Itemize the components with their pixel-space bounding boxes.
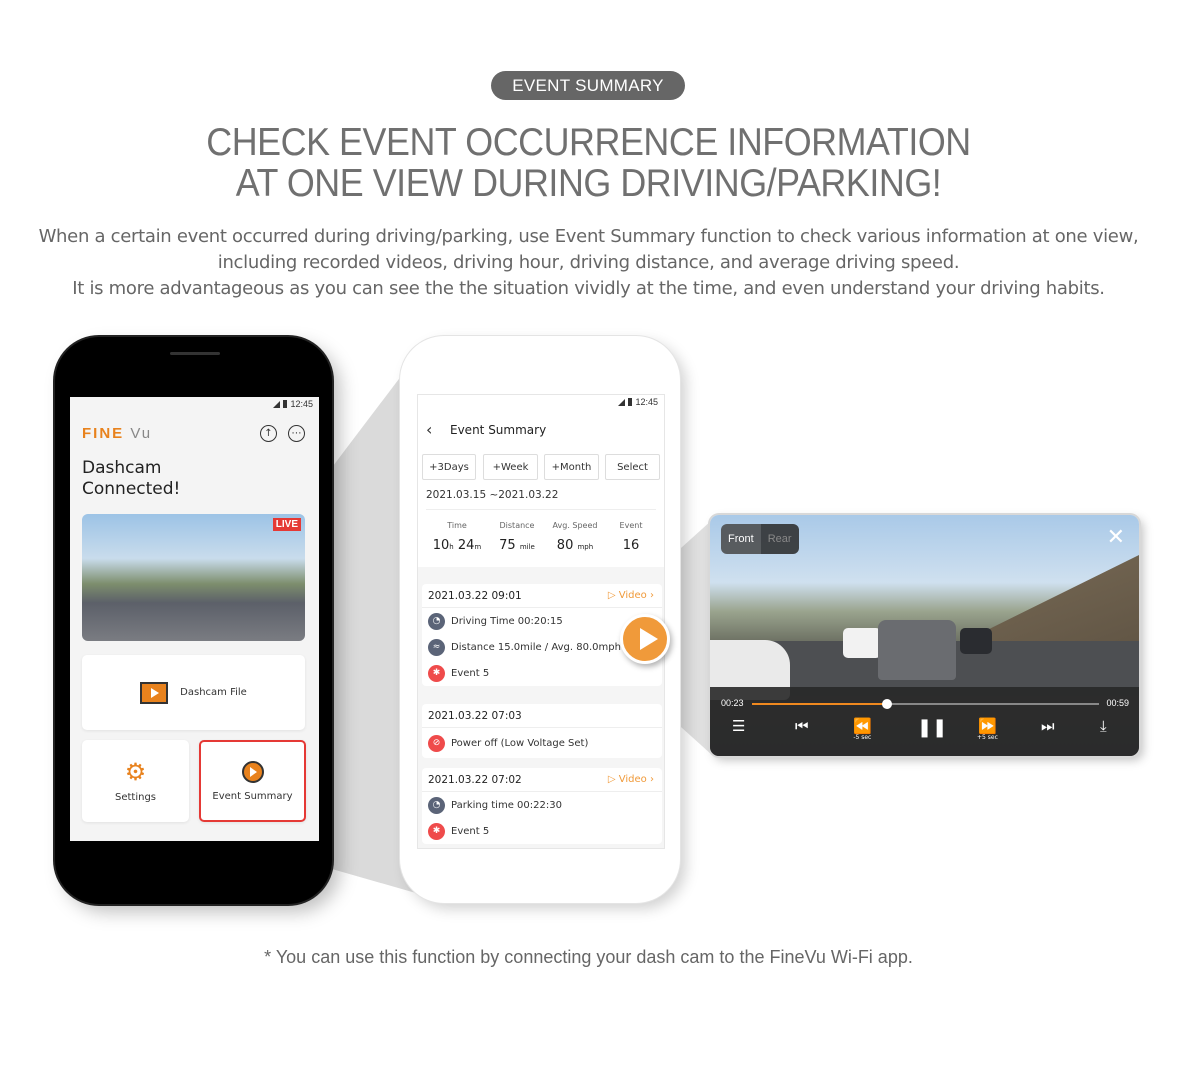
status-bar: 12:45 [618,397,658,407]
event-datetime: 2021.03.22 07:02 [428,773,522,786]
menu-icon[interactable]: ☰ [732,719,745,734]
tab-rear[interactable]: Rear [760,524,799,554]
film-icon [140,681,169,704]
home-screen: 12:45 FINE Vu ↑ ⋯ Dashcam Connected! LIV… [70,397,319,841]
timer-icon: ◔ [428,612,445,630]
phone-speaker [170,352,220,355]
power-off-icon: ⊘ [428,734,445,752]
section-badge: EVENT SUMMARY [491,71,685,100]
list-item: ✱ Event 5 [422,660,662,686]
connection-status: Dashcam Connected! [82,458,181,499]
stat-distance: Distance 75 mile [499,521,535,553]
status-bar: 12:45 [273,399,313,409]
event-card[interactable]: 2021.03.22 07:02 ▷ Video › ◔ Parking time… [422,768,662,844]
stat-avg-speed: Avg. Speed 80 mph [552,521,598,553]
live-view-thumbnail[interactable]: LIVE [82,514,305,641]
seek-bar-thumb[interactable] [882,699,893,709]
fast-forward-button[interactable]: ⏩ +5 sec [977,719,998,741]
player-controls: 00:23 00:59 ☰ ⏮ ⏪ -5 sec ❚❚ ⏩ +5 sec ⏭ ⤓ [710,687,1139,756]
close-icon[interactable]: ✕ [1107,527,1125,549]
status-time: 12:45 [635,397,658,407]
divider [426,509,656,510]
route-icon: ≈ [428,638,445,656]
filter-3days-button[interactable]: +3Days [422,454,476,480]
battery-icon [628,398,633,406]
gear-icon: ⚙ [124,757,147,786]
status-time: 12:45 [290,399,313,409]
headline-line-2: AT ONE VIEW DURING DRIVING/PARKING! [235,162,942,205]
dashcam-file-button[interactable]: Dashcam File [82,655,305,730]
video-player: Front Rear ✕ 00:23 00:59 ☰ ⏮ ⏪ -5 sec ❚❚ … [710,515,1139,756]
car-alert-icon: ✱ [428,822,445,840]
tab-front[interactable]: Front [721,524,761,554]
app-header: 12:45 ‹ Event Summary [418,395,664,447]
video-scene-car [960,628,992,654]
play-video-icon[interactable] [620,614,670,664]
more-icon[interactable]: ⋯ [288,425,305,442]
seek-bar[interactable] [752,699,1099,709]
list-item: ✱ Event 5 [422,818,662,844]
list-item: ⊘ Power off (Low Voltage Set) [422,728,662,758]
back-icon[interactable]: ‹ [426,422,432,438]
filter-select-button[interactable]: Select [605,454,660,480]
current-time: 00:23 [721,698,744,708]
description-line-2: including recorded videos, driving hour,… [217,252,960,273]
total-time: 00:59 [1106,698,1129,708]
settings-button[interactable]: ⚙ Settings [82,740,189,822]
camera-toggle: Front Rear [721,524,799,554]
timer-icon: ◔ [428,796,445,814]
signal-icon [618,398,626,406]
video-link[interactable]: ▷ Video › [608,774,654,785]
event-summary-icon [241,760,264,783]
event-datetime: 2021.03.22 09:01 [428,589,522,602]
headline-line-1: CHECK EVENT OCCURRENCE INFORMATION [206,121,971,164]
skip-next-icon[interactable]: ⏭ [1041,719,1055,734]
filter-panel: +3Days +Week +Month Select 2021.03.15 ~2… [418,447,664,567]
signal-icon [273,400,281,408]
event-summary-button[interactable]: Event Summary [199,740,306,822]
phone-home-screen: 12:45 FINE Vu ↑ ⋯ Dashcam Connected! LIV… [55,337,332,904]
rewind-button[interactable]: ⏪ -5 sec [853,719,872,741]
finevu-logo: FINE Vu [82,425,153,442]
footnote: * You can use this function by connectin… [264,947,913,967]
video-scene-car [878,620,956,680]
battery-icon [283,400,288,408]
description-line-1: When a certain event occurred during dri… [38,226,1139,247]
screen-title: Event Summary [450,423,547,437]
upload-icon[interactable]: ↑ [260,425,277,442]
car-alert-icon: ✱ [428,664,445,682]
filter-month-button[interactable]: +Month [544,454,599,480]
description-line-3: It is more advantageous as you can see t… [72,278,1105,299]
seek-bar-progress [752,703,888,705]
event-datetime: 2021.03.22 07:03 [428,709,522,722]
video-link[interactable]: ▷ Video › [608,590,654,601]
stat-time: Time 10h 24m [432,521,482,553]
event-card[interactable]: 2021.03.22 07:03 ⊘ Power off (Low Voltage… [422,704,662,758]
list-item: ◔ Parking time 00:22:30 [422,792,662,818]
pause-icon[interactable]: ❚❚ [917,719,947,737]
date-range: 2021.03.15 ~2021.03.22 [426,489,559,501]
filter-week-button[interactable]: +Week [483,454,538,480]
download-icon[interactable]: ⤓ [1100,719,1107,734]
skip-previous-icon[interactable]: ⏮ [795,719,809,734]
stat-event: Event 16 [619,521,643,553]
live-badge: LIVE [272,518,301,531]
video-scene-car [843,628,881,658]
